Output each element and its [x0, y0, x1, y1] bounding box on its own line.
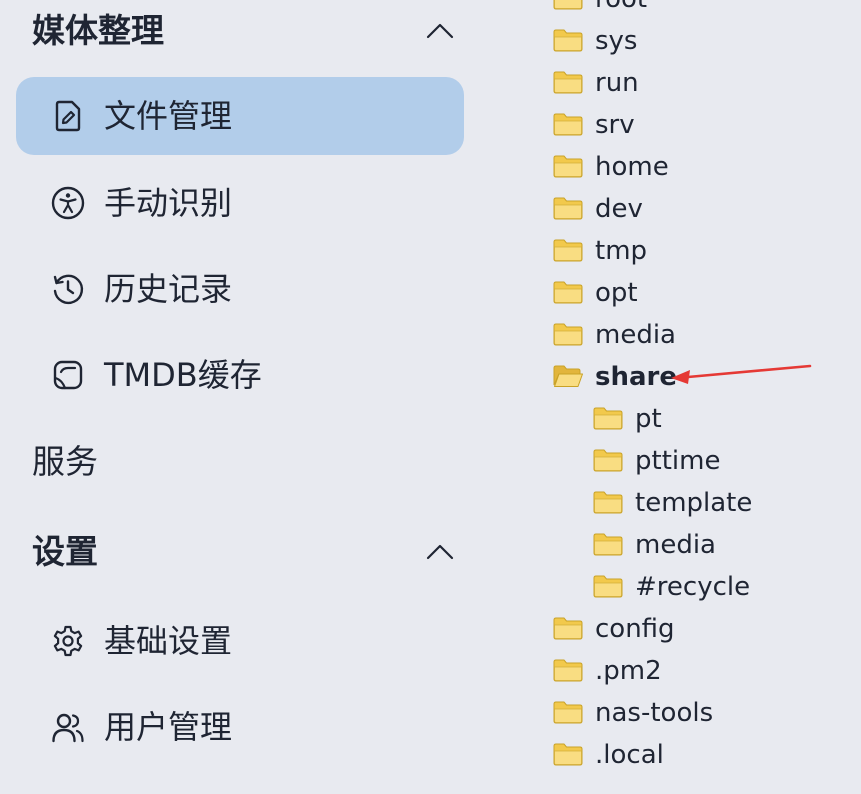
folder-icon [553, 0, 583, 10]
folder-icon [553, 113, 583, 136]
sidebar-item-label: 用户管理 [104, 708, 233, 746]
section-media-header[interactable]: 媒体整理 [0, 1, 480, 61]
folder-icon [553, 659, 583, 682]
tree-item-folder[interactable]: srv [553, 104, 853, 146]
tree-item-label: pttime [635, 446, 721, 476]
tree-item-label: config [595, 614, 675, 644]
tree-item-folder[interactable]: run [553, 62, 853, 104]
tree-item-label: root [595, 0, 647, 20]
accessibility-icon [51, 186, 85, 220]
folder-icon [553, 701, 583, 724]
tree-item-folder[interactable]: nas-tools [553, 692, 853, 734]
tree-item-folder[interactable]: opt [553, 272, 853, 314]
app-window: 媒体整理 文件管理 手动识别 历史记录 TMDB缓存 服务 设置 基础设置 用户… [0, 0, 861, 794]
sidebar-item-label: 手动识别 [104, 184, 233, 222]
file-tree: root sys run srv home dev tmp opt media share pt pt… [540, 0, 861, 794]
sidebar-item-file-management[interactable]: 文件管理 [16, 77, 464, 155]
folder-icon [553, 197, 583, 220]
sidebar-item-label: TMDB缓存 [104, 356, 262, 394]
section-services-title: 服务 [32, 442, 98, 481]
sidebar-item-tmdb-cache[interactable]: TMDB缓存 [16, 336, 464, 414]
sidebar-item-manual-recognition[interactable]: 手动识别 [16, 164, 464, 242]
folder-icon [593, 407, 623, 430]
folder-icon [553, 71, 583, 94]
tree-item-label: pt [635, 404, 662, 434]
folder-icon [593, 575, 623, 598]
gear-icon [53, 625, 83, 657]
tree-item-folder[interactable]: media [593, 524, 853, 566]
tree-item-folder[interactable]: dev [553, 188, 853, 230]
tree-item-folder[interactable]: tmp [553, 230, 853, 272]
sidebar-item-user-management[interactable]: 用户管理 [16, 688, 464, 766]
folder-icon [553, 155, 583, 178]
folder-icon [593, 449, 623, 472]
tree-item-label: tmp [595, 236, 648, 266]
tree-item-folder[interactable]: sys [553, 20, 853, 62]
tree-item-label: home [595, 152, 669, 182]
tree-item-folder[interactable]: template [593, 482, 853, 524]
history-icon [53, 274, 84, 305]
tree-item-label: nas-tools [595, 698, 714, 728]
tree-item-label: run [595, 68, 639, 98]
section-media-title: 媒体整理 [32, 11, 164, 50]
sidebar-item-label: 文件管理 [104, 97, 233, 135]
folder-icon [593, 491, 623, 514]
section-services-header[interactable]: 服务 [0, 432, 480, 492]
tree-item-folder[interactable]: media [553, 314, 853, 356]
file-edit-icon [55, 100, 81, 132]
tree-item-label: .local [595, 740, 664, 770]
tree-item-label: .pm2 [595, 656, 662, 686]
section-settings-header[interactable]: 设置 [0, 522, 480, 582]
sidebar-item-label: 基础设置 [104, 622, 233, 660]
folder-icon [553, 239, 583, 262]
sidebar: 媒体整理 文件管理 手动识别 历史记录 TMDB缓存 服务 设置 基础设置 用户… [0, 0, 480, 794]
tree-item-label: dev [595, 194, 643, 224]
folder-open-icon [553, 365, 583, 387]
folder-icon [553, 323, 583, 346]
chevron-up-icon[interactable] [424, 542, 456, 562]
tree-item-folder[interactable]: config [553, 608, 853, 650]
sidebar-item-history[interactable]: 历史记录 [16, 250, 464, 328]
sticker-icon [53, 360, 83, 390]
tree-item-label: sys [595, 26, 638, 56]
tree-item-label: #recycle [635, 572, 751, 602]
tree-item-folder[interactable]: share [553, 356, 853, 398]
section-settings-title: 设置 [32, 532, 98, 571]
tree-item-folder[interactable]: pttime [593, 440, 853, 482]
tree-item-folder[interactable]: pt [593, 398, 853, 440]
tree-item-folder[interactable]: home [553, 146, 853, 188]
folder-icon [593, 533, 623, 556]
tree-item-folder[interactable]: .local [553, 734, 853, 776]
tree-item-label: srv [595, 110, 635, 140]
tree-item-label: media [635, 530, 716, 560]
folder-icon [553, 281, 583, 304]
tree-item-label: template [635, 488, 753, 518]
folder-icon [553, 743, 583, 766]
tree-item-label: share [595, 362, 677, 392]
tree-item-label: media [595, 320, 676, 350]
tree-item-folder[interactable]: .pm2 [553, 650, 853, 692]
folder-icon [553, 29, 583, 52]
folder-icon [553, 617, 583, 640]
sidebar-item-basic-settings[interactable]: 基础设置 [16, 602, 464, 680]
tree-item-folder[interactable]: root [553, 0, 853, 20]
users-icon [52, 713, 84, 743]
tree-item-folder[interactable]: #recycle [593, 566, 853, 608]
chevron-up-icon[interactable] [424, 21, 456, 41]
tree-item-label: opt [595, 278, 638, 308]
sidebar-item-label: 历史记录 [104, 270, 233, 308]
